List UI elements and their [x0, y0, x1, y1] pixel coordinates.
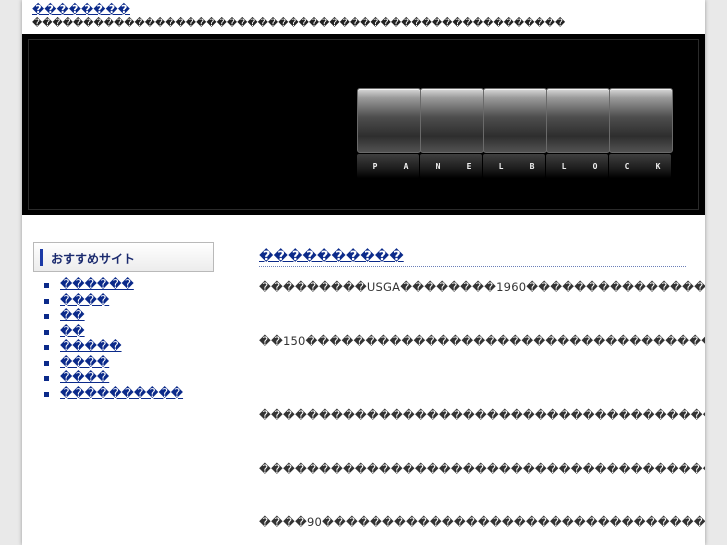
- sidebar-link[interactable]: ����: [60, 370, 109, 384]
- square-bullet-icon: [44, 391, 49, 397]
- panelblock-logo: P A N E L B L O C K: [357, 88, 674, 210]
- sidebar-link[interactable]: ������: [60, 277, 134, 291]
- sidebar-heading-box: おすすめサイト: [33, 242, 214, 272]
- sidebar-link[interactable]: ��: [60, 324, 85, 338]
- list-item: ����: [44, 370, 183, 386]
- square-bullet-icon: [44, 360, 49, 366]
- logo-panel-1: [357, 88, 421, 153]
- logo-panel-3: [483, 88, 547, 153]
- square-bullet-icon: [44, 298, 49, 304]
- sidebar-link[interactable]: ��: [60, 308, 85, 322]
- article-title-link[interactable]: ����������: [259, 249, 686, 267]
- logo-panel-4: [546, 88, 610, 153]
- list-item: �����: [44, 339, 183, 355]
- site-description: ����������������������������������������…: [32, 18, 566, 29]
- square-bullet-icon: [44, 329, 49, 335]
- sidebar-heading: おすすめサイト: [51, 252, 136, 266]
- heading-accent-bar: [40, 249, 43, 266]
- square-bullet-icon: [44, 345, 49, 350]
- square-bullet-icon: [44, 283, 49, 288]
- list-item: ����������: [44, 386, 183, 402]
- list-item: ������: [44, 277, 183, 293]
- list-item: ��: [44, 324, 183, 340]
- sidebar-link[interactable]: �����: [60, 339, 122, 353]
- list-item: ����: [44, 355, 183, 371]
- square-bullet-icon: [44, 314, 49, 319]
- sidebar-link[interactable]: ����������: [60, 386, 183, 400]
- recommended-links-list: ������ ���� �� �� ����� ���� ���� ������…: [44, 277, 183, 401]
- article-paragraph: ��150�����������������������������������…: [259, 334, 705, 348]
- logo-panel-2: [420, 88, 484, 153]
- list-item: ��: [44, 308, 183, 324]
- header-banner: P A N E L B L O C K: [22, 34, 705, 215]
- page-container: �������� �������������������������������…: [22, 0, 705, 545]
- sidebar-link[interactable]: ����: [60, 293, 109, 307]
- sidebar-link[interactable]: ����: [60, 355, 109, 369]
- square-bullet-icon: [44, 376, 49, 381]
- logo-letter: K: [655, 162, 661, 171]
- logo-panel-5: [609, 88, 673, 153]
- article-paragraph: ����90����������������������������������…: [259, 515, 705, 529]
- list-item: ����: [44, 293, 183, 309]
- site-title-link[interactable]: ��������: [32, 3, 130, 16]
- article-paragraph: ����������������������������������������…: [259, 408, 705, 422]
- article-paragraph: ���������USGA��������1960���������������…: [259, 280, 705, 294]
- article-paragraph: ����������������������������������������…: [259, 462, 705, 476]
